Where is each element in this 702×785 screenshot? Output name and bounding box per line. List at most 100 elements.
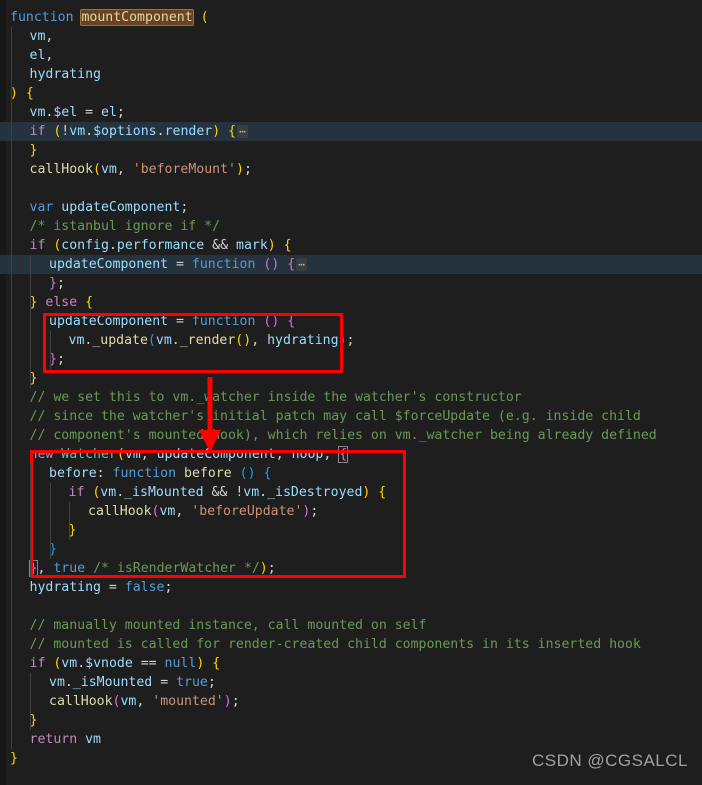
code-line[interactable]: vm.$el = el;	[0, 103, 702, 122]
code-token: ;	[56, 352, 65, 367]
code-line[interactable]: }	[0, 540, 702, 559]
code-line[interactable]: var updateComponent;	[0, 198, 702, 217]
indent-guide	[49, 331, 51, 369]
code-token: before	[184, 466, 232, 481]
code-line[interactable]: }	[0, 369, 702, 388]
code-token: before	[49, 466, 97, 481]
code-line[interactable]	[0, 597, 702, 616]
code-token: render	[164, 124, 213, 139]
code-editor[interactable]: function mountComponent (vm, el, hydrating…	[0, 0, 702, 785]
code-token: ,	[45, 48, 54, 63]
code-token: _isDestroyed	[267, 485, 363, 500]
code-token: updateComponent	[49, 257, 169, 272]
indent-guide	[10, 27, 12, 749]
code-line[interactable]: };	[0, 274, 702, 293]
code-token: vm	[29, 105, 46, 120]
code-line[interactable]: /* istanbul ignore if */	[0, 217, 702, 236]
code-token: (	[147, 333, 156, 348]
code-line[interactable]: // we set this to vm._watcher inside the…	[0, 388, 702, 407]
code-token: ;	[164, 580, 173, 595]
code-token: null	[164, 656, 197, 671]
code-token: // component's mounted hook), which reli…	[29, 428, 657, 443]
code-token: (	[93, 162, 101, 177]
code-token: hydrating	[29, 580, 101, 595]
code-token: {	[263, 466, 272, 481]
code-token: )	[267, 238, 276, 253]
code-token: ;	[207, 675, 216, 690]
code-token: vm	[124, 447, 141, 462]
code-token: $el	[53, 105, 78, 120]
code-line[interactable]: if (vm._isMounted && !vm._isDestroyed) {	[0, 483, 702, 502]
code-token: ,	[136, 694, 153, 709]
code-line[interactable]: vm._isMounted = true;	[0, 673, 702, 692]
code-token: ;	[267, 561, 276, 576]
code-line[interactable]: el,	[0, 46, 702, 65]
code-token: .	[64, 675, 73, 690]
code-token: .	[171, 333, 180, 348]
code-line[interactable]: vm._update(vm._render(), hydrating);	[0, 331, 702, 350]
code-token: {	[287, 257, 296, 272]
code-token: callHook	[29, 162, 94, 177]
code-token: _update	[92, 333, 148, 348]
code-token: vm	[159, 504, 176, 519]
code-token: {	[287, 314, 296, 329]
code-line[interactable]: return vm	[0, 730, 702, 749]
code-token: {	[25, 86, 34, 101]
code-token: /* istanbul ignore if */	[29, 219, 221, 234]
code-line[interactable]: };	[0, 350, 702, 369]
code-line[interactable]: } else {	[0, 293, 702, 312]
code-token: // since the watcher's initial patch may…	[29, 409, 641, 424]
code-token: // mounted is called for render-created …	[29, 637, 641, 652]
code-token: Watcher	[61, 447, 117, 462]
code-line[interactable]: hydrating = false;	[0, 578, 702, 597]
code-line[interactable]: }	[0, 141, 702, 160]
code-line[interactable]: callHook(vm, 'beforeMount');	[0, 160, 702, 179]
code-token: true	[176, 675, 208, 690]
code-token: (	[116, 447, 125, 462]
code-line[interactable]: vm,	[0, 27, 702, 46]
code-line[interactable]: }	[0, 521, 702, 540]
code-line[interactable]: updateComponent = function () {	[0, 312, 702, 331]
code-token: performance	[116, 238, 205, 253]
code-token: // manually mounted instance, call mount…	[29, 618, 427, 633]
code-token: ;	[180, 200, 189, 215]
code-line[interactable]: if (vm.$vnode == null) {	[0, 654, 702, 673]
code-line[interactable]	[0, 179, 702, 198]
watermark: CSDN @CGSALCL	[531, 751, 688, 770]
code-line[interactable]: hydrating	[0, 65, 702, 84]
code-token: $options	[93, 124, 157, 139]
code-line[interactable]: if (!vm.$options.render) {⋯	[0, 122, 702, 141]
code-token: vm	[61, 656, 78, 671]
code-token: &&	[203, 485, 236, 500]
code-line[interactable]: // mounted is called for render-created …	[0, 635, 702, 654]
code-line[interactable]: callHook(vm, 'beforeUpdate');	[0, 502, 702, 521]
code-line[interactable]: }	[0, 711, 702, 730]
code-line[interactable]: updateComponent = function () {⋯	[0, 255, 702, 274]
code-line[interactable]: new Watcher(vm, updateComponent, noop, {	[0, 445, 702, 464]
code-line[interactable]: // since the watcher's initial patch may…	[0, 407, 702, 426]
code-token: 'beforeUpdate'	[191, 504, 303, 519]
indent-guide	[30, 255, 31, 312]
code-line[interactable]: if (config.performance && mark) {	[0, 236, 702, 255]
code-line[interactable]: ) {	[0, 84, 702, 103]
code-line[interactable]: // manually mounted instance, call mount…	[0, 616, 702, 635]
code-token: false	[124, 580, 165, 595]
code-token: :	[96, 466, 113, 481]
code-token: =	[168, 257, 192, 272]
code-line[interactable]: callHook(vm, 'mounted');	[0, 692, 702, 711]
code-token: }	[29, 143, 38, 158]
code-line[interactable]: function mountComponent (	[0, 8, 702, 27]
code-line[interactable]: // component's mounted hook), which reli…	[0, 426, 702, 445]
code-token: callHook	[88, 504, 152, 519]
code-line[interactable]: before: function before () {	[0, 464, 702, 483]
code-token: ,	[275, 447, 292, 462]
code-line[interactable]: }, true /* isRenderWatcher */);	[0, 559, 702, 578]
code-token: vm	[155, 333, 172, 348]
code-token: (	[200, 10, 209, 25]
code-token: ,	[323, 447, 340, 462]
code-token: ,	[140, 447, 157, 462]
